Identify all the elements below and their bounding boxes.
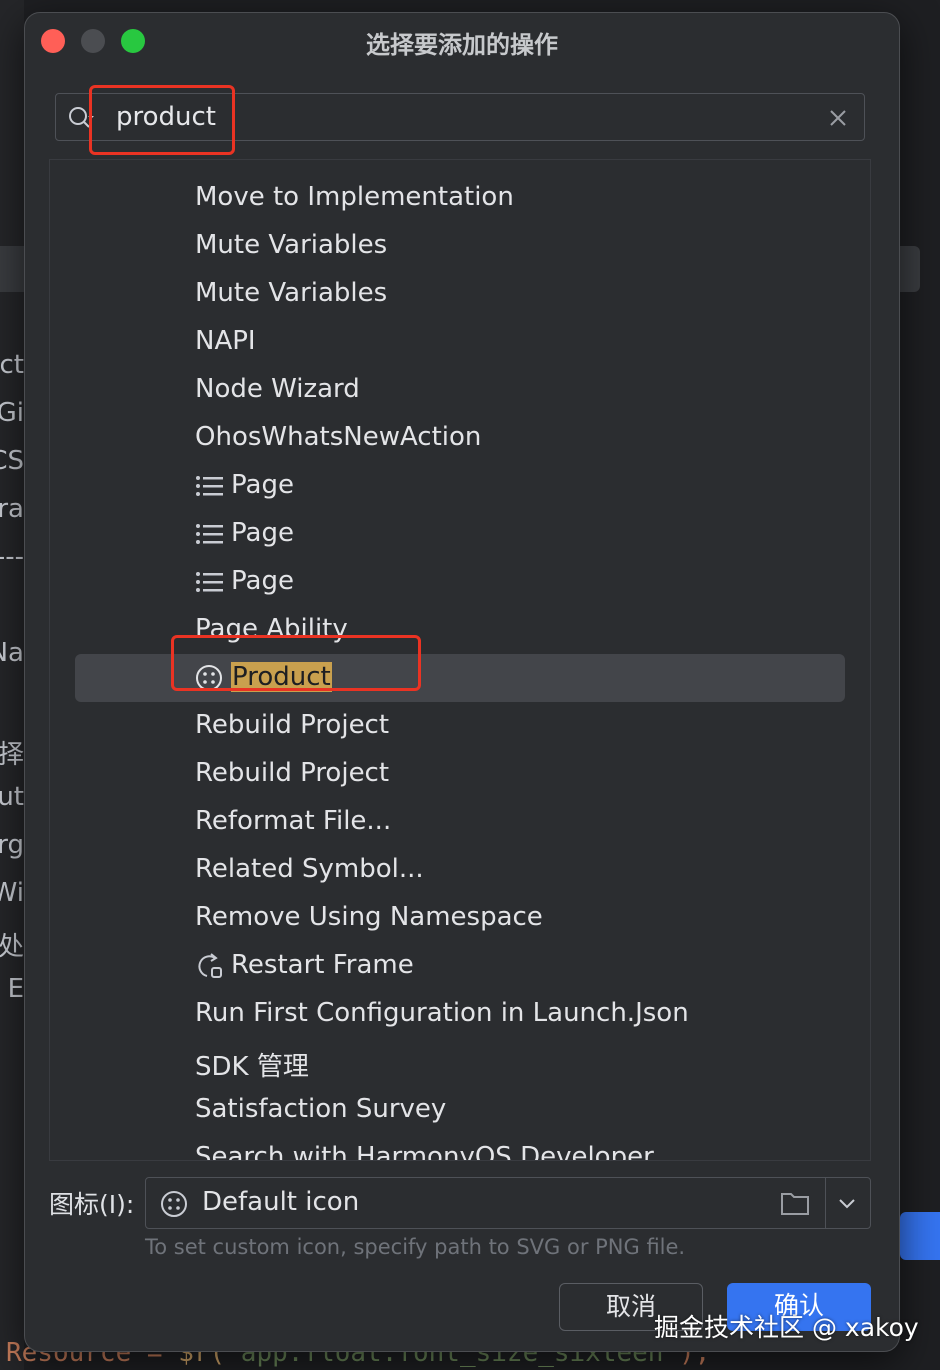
icon-hint: To set custom icon, specify path to SVG … <box>145 1235 686 1259</box>
list-item-label: Reformat File... <box>195 806 392 836</box>
background-text-fragment: E <box>7 974 24 1004</box>
list-item-label: Related Symbol... <box>195 854 424 884</box>
list-item-label: Rebuild Project <box>195 758 390 788</box>
list-item-label: Rebuild Project <box>195 710 390 740</box>
list-item[interactable]: NAPI <box>50 318 870 366</box>
list-item-label: NAPI <box>195 326 256 356</box>
background-tab <box>0 246 24 292</box>
list-item-label: OhosWhatsNewAction <box>195 422 482 452</box>
list-item-label: Satisfaction Survey <box>195 1094 447 1124</box>
default-face-icon <box>161 1191 187 1217</box>
background-text-fragment: arg <box>0 830 24 860</box>
clear-icon[interactable] <box>828 108 848 128</box>
list-item-label: Page <box>231 518 294 548</box>
product-highlight-box <box>171 635 421 691</box>
list-icon <box>196 476 223 496</box>
list-item[interactable]: OhosWhatsNewAction <box>50 414 870 462</box>
list-item[interactable]: Move to Implementation <box>50 174 870 222</box>
list-icon <box>196 524 223 544</box>
background-text-fragment: era <box>0 494 24 524</box>
background-tab <box>900 246 920 292</box>
background-text-fragment: 处 <box>0 932 24 962</box>
list-item[interactable]: Page <box>50 462 870 510</box>
watermark: 掘金技术社区 @ xakoy <box>654 1313 919 1342</box>
list-item-label: Move to Implementation <box>195 182 514 212</box>
list-item[interactable]: SDK 管理 <box>50 1038 870 1086</box>
list-item-label: Search with HarmonyOS Developer <box>195 1142 654 1161</box>
icon-field[interactable]: Default icon <box>145 1177 871 1229</box>
list-item-label: Node Wizard <box>195 374 360 404</box>
list-item[interactable]: Node Wizard <box>50 366 870 414</box>
list-item-label: Remove Using Namespace <box>195 902 543 932</box>
add-action-dialog: 选择要添加的操作 product Move to Implementation M… <box>24 12 900 1352</box>
background-button <box>900 1212 940 1260</box>
list-item[interactable]: Remove Using Namespace <box>50 894 870 942</box>
list-item[interactable]: Reformat File... <box>50 798 870 846</box>
title-bar: 选择要添加的操作 <box>25 13 899 69</box>
dialog-title: 选择要添加的操作 <box>366 31 558 59</box>
list-item[interactable]: Related Symbol... <box>50 846 870 894</box>
list-item[interactable]: Mute Variables <box>50 222 870 270</box>
background-text-fragment: Wi <box>0 878 24 908</box>
list-item-label: Mute Variables <box>195 278 388 308</box>
list-item[interactable]: Mute Variables <box>50 270 870 318</box>
restart-frame-icon <box>198 953 222 978</box>
list-item[interactable]: Page <box>50 510 870 558</box>
icon-field-value: Default icon <box>202 1187 360 1217</box>
icon-label: 图标(I): <box>49 1190 135 1219</box>
search-highlight-box <box>89 85 235 155</box>
background-text-fragment: ect <box>0 350 24 380</box>
field-separator <box>825 1178 826 1228</box>
list-icon <box>196 572 223 592</box>
background-toolbar <box>0 0 24 1370</box>
list-item-label: Run First Configuration in Launch.Json <box>195 998 689 1028</box>
chevron-down-icon[interactable] <box>836 1194 858 1214</box>
background-text-fragment: 择 <box>0 740 24 770</box>
list-item[interactable]: Run First Configuration in Launch.Json <box>50 990 870 1038</box>
folder-icon[interactable] <box>780 1190 810 1216</box>
background-text-fragment: Gi <box>0 398 24 428</box>
list-item-label: Page <box>231 470 294 500</box>
list-item[interactable]: Rebuild Project <box>50 750 870 798</box>
list-item-label: Page <box>231 566 294 596</box>
list-item[interactable]: Rebuild Project <box>50 702 870 750</box>
background-text-fragment: ut <box>0 782 24 812</box>
background-text-fragment: CS <box>0 446 24 476</box>
list-item-label: Mute Variables <box>195 230 388 260</box>
list-item[interactable]: Satisfaction Survey <box>50 1086 870 1134</box>
list-item[interactable]: Restart Frame <box>50 942 870 990</box>
background-text-fragment: Na <box>0 638 24 668</box>
list-item-label: Restart Frame <box>231 950 414 980</box>
list-item[interactable]: Search with HarmonyOS Developer <box>50 1134 870 1161</box>
list-item-label: SDK 管理 <box>195 1052 309 1082</box>
background-text-fragment: --- <box>0 542 24 572</box>
list-item[interactable]: Page <box>50 558 870 606</box>
